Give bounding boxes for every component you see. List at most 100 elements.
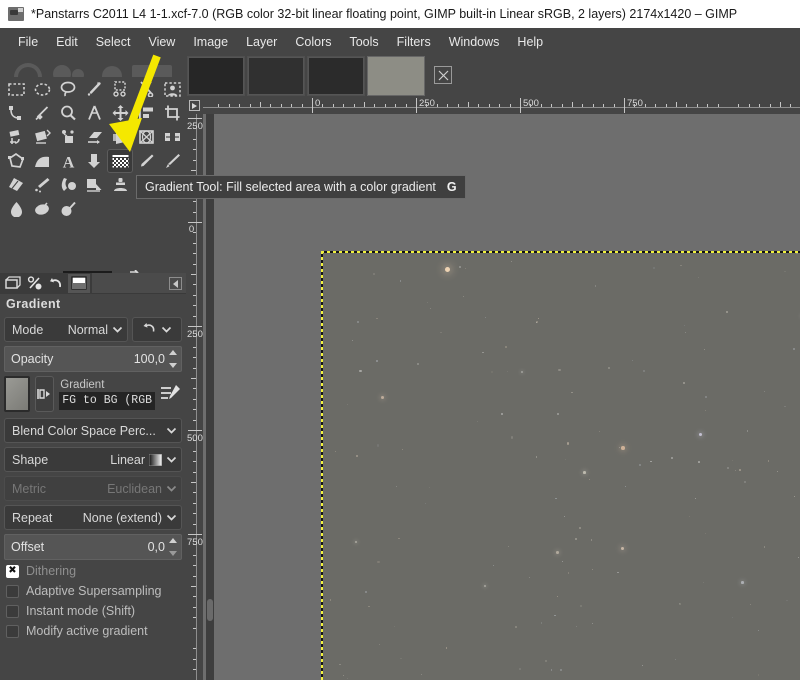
ellipse-select-tool[interactable] (29, 77, 55, 101)
offset-spinner[interactable]: Offset 0,0 (4, 534, 182, 560)
reset-to-default-button[interactable] (132, 317, 182, 342)
image-tab-3[interactable] (307, 56, 365, 96)
tab-thumbnail (308, 57, 364, 95)
horizontal-ruler[interactable]: ) 0 250 500 750 (203, 97, 800, 114)
spinner-arrows[interactable] (167, 349, 179, 369)
dodge-burn-tool[interactable] (55, 197, 81, 221)
menu-filters[interactable]: Filters (388, 32, 440, 52)
dithering-checkbox[interactable]: Dithering (6, 564, 182, 578)
metric-row: Metric Euclidean (4, 476, 182, 501)
scissors-select-tool[interactable] (133, 77, 159, 101)
pencil-tool[interactable] (133, 149, 159, 173)
mode-dropdown[interactable]: Mode Normal (4, 317, 128, 342)
foreground-select-tool[interactable] (159, 77, 185, 101)
tab-tool-options[interactable] (2, 274, 24, 293)
blend-color-space-dropdown[interactable]: Blend Color Space Perc... (4, 418, 182, 443)
tab-images[interactable] (68, 273, 90, 293)
unified-transform-tool[interactable] (29, 125, 55, 149)
dithering-label: Dithering (26, 564, 77, 578)
mypaint-brush-tool[interactable] (81, 173, 107, 197)
warp-transform-tool[interactable] (29, 149, 55, 173)
tab-undo-history[interactable] (46, 274, 68, 293)
adaptive-supersampling-checkbox[interactable]: Adaptive Supersampling (6, 584, 182, 598)
metric-label: Metric (12, 481, 47, 496)
menu-image[interactable]: Image (184, 32, 237, 52)
gimp-window: *Panstarrs C2011 L4 1-1.xcf-7.0 (RGB col… (0, 0, 800, 680)
unified-transform-icon (34, 129, 51, 145)
paintbrush-tool[interactable] (159, 149, 185, 173)
cube-icon (138, 129, 155, 145)
dock-menu-button[interactable] (169, 277, 182, 290)
menu-colors[interactable]: Colors (286, 32, 340, 52)
menu-select[interactable]: Select (87, 32, 140, 52)
adaptive-supersampling-label: Adaptive Supersampling (26, 584, 162, 598)
text-tool[interactable]: A (55, 149, 81, 173)
water-drop-icon (8, 201, 25, 217)
smudge-tool[interactable] (29, 197, 55, 221)
airbrush-tool[interactable] (29, 173, 55, 197)
instant-mode-checkbox[interactable]: Instant mode (Shift) (6, 604, 182, 618)
image-tab-4[interactable] (367, 56, 425, 96)
clone-tool[interactable] (107, 173, 133, 197)
close-tab-icon[interactable] (434, 66, 452, 84)
menu-view[interactable]: View (139, 32, 184, 52)
menu-edit[interactable]: Edit (47, 32, 87, 52)
menu-file[interactable]: File (9, 32, 47, 52)
repeat-dropdown[interactable]: Repeat None (extend) (4, 505, 182, 530)
opacity-spinner[interactable]: Opacity 100,0 (4, 346, 182, 372)
select-by-color-tool[interactable] (107, 77, 133, 101)
color-picker-tool[interactable] (29, 101, 55, 125)
rotate-tool[interactable] (3, 125, 29, 149)
repeat-value: None (extend) (82, 510, 162, 525)
hruler-label-0: 0 (315, 98, 321, 109)
metric-dropdown: Metric Euclidean (4, 476, 182, 501)
eraser-tool[interactable] (3, 173, 29, 197)
3d-transform-tool[interactable] (133, 125, 159, 149)
handle-transform-icon (60, 129, 77, 145)
image-layer (321, 251, 800, 680)
vruler-label-500: 500 (187, 433, 203, 444)
title-bar: *Panstarrs C2011 L4 1-1.xcf-7.0 (RGB col… (0, 0, 800, 28)
toolbox-clipped-row (0, 55, 186, 77)
chevron-down-icon (166, 425, 177, 436)
scrollbar-thumb[interactable] (207, 599, 213, 621)
ink-tool[interactable] (55, 173, 81, 197)
modify-active-gradient-checkbox[interactable]: Modify active gradient (6, 624, 182, 638)
flip-tool[interactable] (159, 125, 185, 149)
gradient-preview-swatch[interactable] (4, 376, 30, 412)
spinner-arrows[interactable] (167, 537, 179, 557)
zoom-tool[interactable] (55, 101, 81, 125)
image-tab-1[interactable] (187, 56, 245, 96)
crop-tool[interactable] (159, 101, 185, 125)
fuzzy-select-tool[interactable] (81, 77, 107, 101)
shear-tool[interactable] (81, 125, 107, 149)
menu-help[interactable]: Help (508, 32, 552, 52)
alignment-tool[interactable] (133, 101, 159, 125)
menu-windows[interactable]: Windows (440, 32, 509, 52)
blur-sharpen-tool[interactable] (3, 197, 29, 221)
gradient-tool[interactable] (107, 149, 133, 173)
menu-layer[interactable]: Layer (237, 32, 286, 52)
shape-row: Shape Linear (4, 447, 182, 472)
move-tool[interactable] (107, 101, 133, 125)
rotate-icon (8, 129, 25, 145)
image-tab-2[interactable] (247, 56, 305, 96)
bucket-fill-icon (86, 153, 103, 169)
perspective-tool[interactable] (107, 125, 133, 149)
handle-transform-tool[interactable] (55, 125, 81, 149)
reverse-gradient-button[interactable] (34, 376, 55, 412)
measure-tool[interactable] (81, 101, 107, 125)
menu-tools[interactable]: Tools (340, 32, 387, 52)
ruler-origin-button[interactable] (186, 97, 203, 114)
window-title: *Panstarrs C2011 L4 1-1.xcf-7.0 (RGB col… (31, 7, 738, 21)
rect-select-tool[interactable] (3, 77, 29, 101)
tab-device-status[interactable] (24, 274, 46, 293)
free-select-tool[interactable] (55, 77, 81, 101)
gradient-name[interactable]: FG to BG (RGB (59, 391, 155, 410)
edit-gradient-button[interactable] (160, 382, 182, 406)
shape-dropdown[interactable]: Shape Linear (4, 447, 182, 472)
paths-tool[interactable] (3, 101, 29, 125)
bucket-fill-tool[interactable] (81, 149, 107, 173)
cage-transform-tool[interactable] (3, 149, 29, 173)
image-canvas-content[interactable] (321, 251, 800, 680)
